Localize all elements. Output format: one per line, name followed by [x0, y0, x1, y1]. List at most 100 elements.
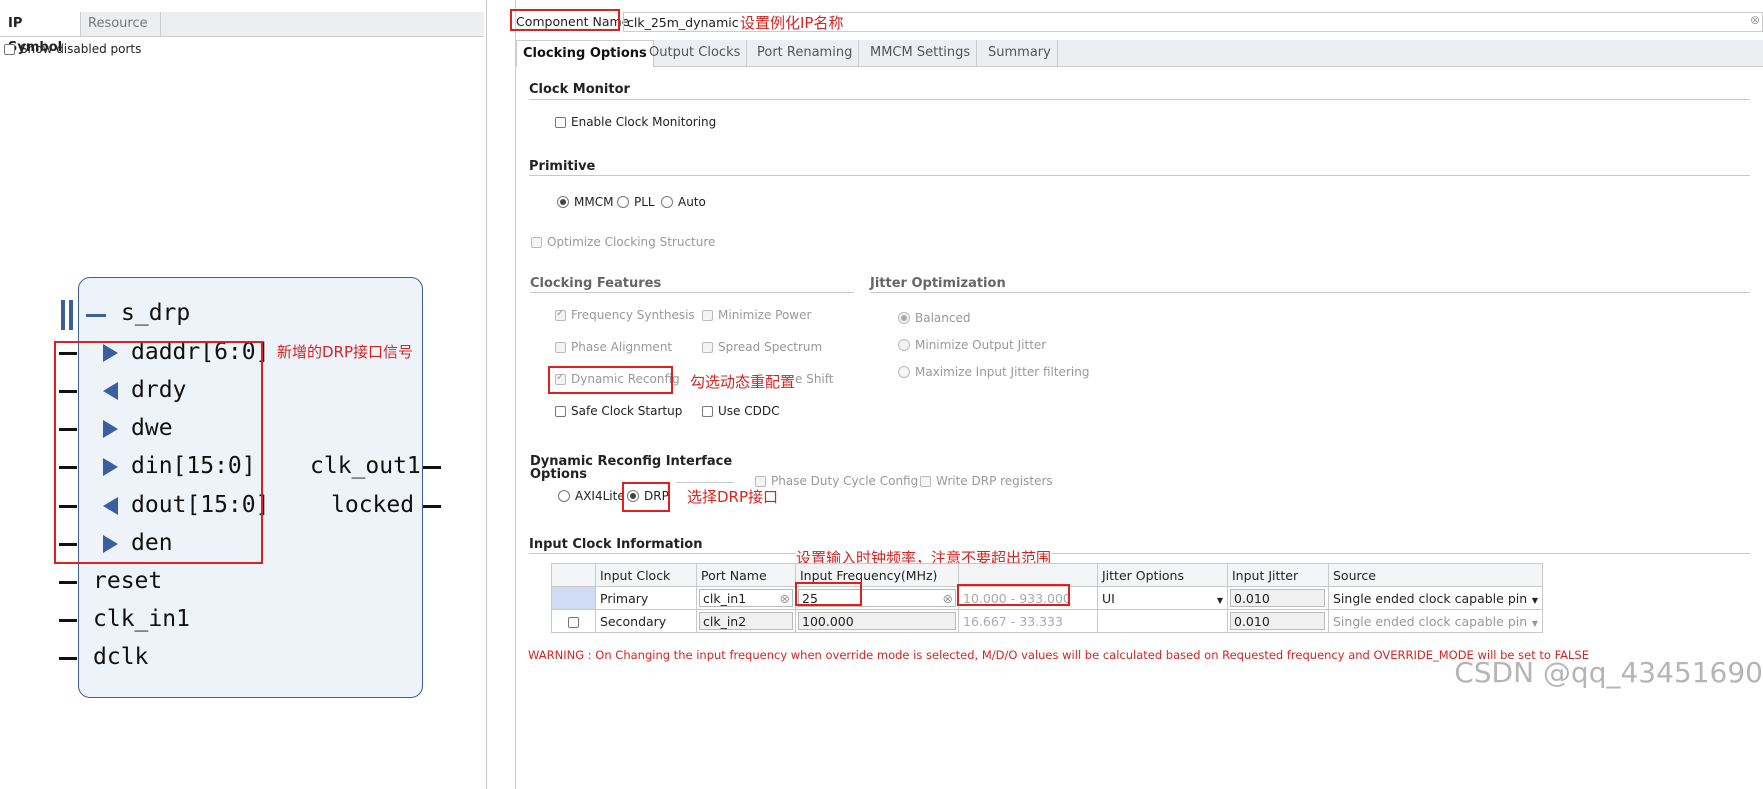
bus-interface-icon-bar	[69, 300, 73, 330]
splitter[interactable]	[487, 0, 516, 789]
primitive-mmcm-label: MMCM	[574, 195, 614, 209]
radio-icon[interactable]	[898, 366, 910, 378]
checkbox-icon[interactable]	[755, 476, 766, 487]
jitter-options-select[interactable]: UI ▼	[1097, 586, 1228, 610]
checkbox-icon[interactable]	[555, 342, 566, 353]
radio-icon[interactable]	[557, 196, 569, 208]
port-name-cell[interactable]: clk_in2	[696, 609, 796, 633]
port-name-value: clk_in1	[703, 591, 747, 606]
radio-icon[interactable]	[898, 312, 910, 324]
write-drp-registers-checkbox[interactable]: Write DRP registers	[920, 474, 1053, 488]
tab-port-renaming[interactable]: Port Renaming	[751, 40, 860, 66]
checkbox-icon[interactable]	[702, 406, 713, 417]
axi4lite-radio[interactable]: AXI4Lite	[558, 489, 625, 503]
clock-monitor-title: Clock Monitor	[529, 82, 630, 97]
divider	[529, 99, 1750, 100]
tab-ip-symbol[interactable]: IP Symbol	[0, 12, 81, 55]
jitter-optimization-title: Jitter Optimization	[870, 276, 1006, 291]
radio-icon[interactable]	[558, 490, 570, 502]
show-disabled-ports-checkbox[interactable]: Show disabled ports	[4, 42, 141, 56]
left-tab-bar: IP Symbol Resource	[0, 12, 484, 55]
safe-clock-startup-checkbox[interactable]: Safe Clock Startup	[555, 404, 682, 418]
divider	[676, 482, 734, 483]
primitive-mmcm-radio[interactable]: MMCM	[557, 195, 613, 209]
tab-mmcm-settings[interactable]: MMCM Settings	[864, 40, 978, 66]
optimize-clocking-checkbox[interactable]: Optimize Clocking Structure	[531, 235, 715, 249]
minimize-power-label: Minimize Power	[718, 308, 812, 322]
port-dclk: dclk	[93, 644, 149, 670]
checkbox-icon[interactable]	[555, 117, 566, 128]
chevron-down-icon[interactable]: ▼	[1532, 596, 1538, 605]
phase-duty-cycle-checkbox[interactable]: Phase Duty Cycle Config	[755, 474, 918, 488]
input-clock-cell: Secondary	[595, 609, 697, 633]
jitter-maximize-input-radio[interactable]: Maximize Input Jitter filtering	[898, 365, 1089, 379]
show-disabled-ports-label: Show disabled ports	[20, 42, 142, 56]
checkbox-icon[interactable]	[568, 616, 579, 628]
frequency-synthesis-checkbox[interactable]: Frequency Synthesis	[555, 308, 695, 322]
source-select[interactable]: Single ended clock capable pin ▼	[1328, 586, 1543, 610]
frequency-range-highlight	[957, 584, 1070, 606]
header-source: Source	[1328, 563, 1543, 587]
bus-connector	[86, 314, 106, 317]
input-jitter-value: 0.010	[1230, 612, 1325, 630]
axi4lite-label: AXI4Lite	[575, 489, 625, 503]
primitive-pll-label: PLL	[634, 195, 655, 209]
tab-clocking-options[interactable]: Clocking Options	[516, 40, 654, 67]
input-jitter-cell[interactable]: 0.010	[1227, 609, 1329, 633]
header-jitter-options: Jitter Options	[1097, 563, 1228, 587]
jitter-balanced-radio[interactable]: Balanced	[898, 311, 970, 325]
use-cddc-checkbox[interactable]: Use CDDC	[702, 404, 779, 418]
clear-icon[interactable]: ⊗	[1750, 13, 1760, 27]
ip-symbol-panel: IP Symbol Resource Show disabled ports s…	[0, 0, 487, 789]
checkbox-icon[interactable]	[702, 342, 713, 353]
jitter-maximize-input-label: Maximize Input Jitter filtering	[915, 365, 1090, 379]
tab-resource[interactable]: Resource	[80, 12, 161, 36]
phase-duty-cycle-label: Phase Duty Cycle Config	[771, 474, 919, 488]
jitter-options-select[interactable]	[1097, 609, 1228, 633]
pin-line	[59, 619, 77, 622]
primitive-auto-label: Auto	[678, 195, 706, 209]
checkbox-icon[interactable]	[4, 44, 15, 55]
tab-summary[interactable]: Summary	[982, 40, 1058, 66]
spread-spectrum-checkbox[interactable]: Spread Spectrum	[702, 340, 822, 354]
input-frequency-cell[interactable]: 100.000	[795, 609, 959, 633]
clear-icon[interactable]: ⊗	[943, 590, 953, 608]
primitive-pll-radio[interactable]: PLL	[617, 195, 655, 209]
watermark: CSDN @qq_43451690	[1454, 656, 1763, 689]
drp-signals-annotation: 新增的DRP接口信号	[277, 343, 414, 361]
source-value: Single ended clock capable pin	[1333, 590, 1528, 606]
input-jitter-cell[interactable]: 0.010	[1227, 586, 1329, 610]
checkbox-icon[interactable]	[555, 406, 566, 417]
tab-output-clocks[interactable]: Output Clocks	[643, 40, 748, 66]
primitive-auto-radio[interactable]: Auto	[661, 195, 706, 209]
clear-icon[interactable]: ⊗	[780, 590, 790, 608]
checkbox-icon[interactable]	[555, 308, 566, 321]
override-warning: WARNING : On Changing the input frequenc…	[528, 648, 1589, 662]
radio-icon[interactable]	[617, 196, 629, 208]
radio-icon[interactable]	[898, 339, 910, 351]
divider	[529, 175, 1750, 176]
input-clock-cell: Primary	[595, 586, 697, 610]
checkbox-icon[interactable]	[702, 310, 713, 321]
pin-line	[59, 657, 77, 660]
port-name-cell[interactable]: clk_in1 ⊗	[696, 586, 796, 610]
checkbox-icon[interactable]	[920, 476, 931, 487]
drp-annotation: 选择DRP接口	[687, 488, 779, 506]
minimize-power-checkbox[interactable]: Minimize Power	[702, 308, 811, 322]
jitter-minimize-output-radio[interactable]: Minimize Output Jitter	[898, 338, 1046, 352]
chevron-down-icon[interactable]: ▼	[1217, 596, 1223, 605]
phase-shift-label-partial: e Shift	[795, 372, 834, 386]
radio-icon[interactable]	[661, 196, 673, 208]
checkbox-icon[interactable]	[531, 237, 542, 248]
row-select-cell[interactable]	[551, 586, 596, 610]
header-select	[551, 563, 596, 587]
port-s-drp: s_drp	[121, 300, 191, 326]
source-select[interactable]: Single ended clock capable pin ▼	[1328, 609, 1543, 633]
dynamic-reconfig-interface-title-2: Options	[530, 467, 587, 482]
row-select-cell[interactable]	[551, 609, 596, 633]
dynamic-reconfig-highlight	[548, 366, 673, 394]
phase-alignment-checkbox[interactable]: Phase Alignment	[555, 340, 672, 354]
chevron-down-icon[interactable]: ▼	[1532, 619, 1538, 628]
enable-clock-monitoring-checkbox[interactable]: Enable Clock Monitoring	[555, 115, 716, 129]
table-row[interactable]: Secondary clk_in2 100.000 16.667 - 33.33…	[551, 609, 1543, 633]
